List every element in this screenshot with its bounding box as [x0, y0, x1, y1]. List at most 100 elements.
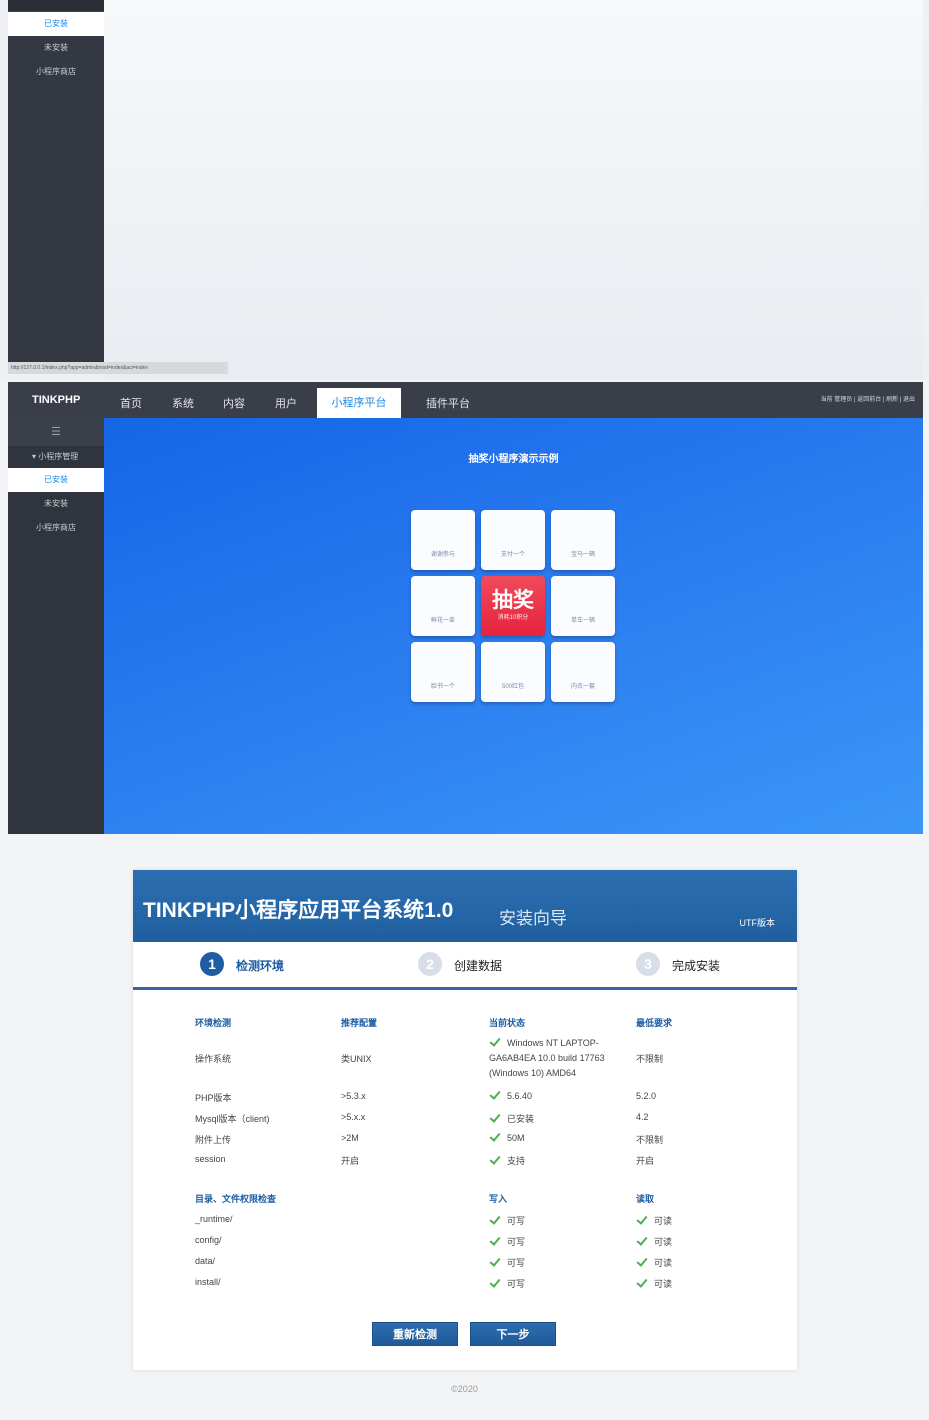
env-current-text: Windows NT LAPTOP-GA6AB4EA 10.0 build 17… — [489, 1038, 605, 1078]
prize-cell: 宝马一辆 — [551, 510, 615, 570]
prize-label: 支付一个 — [500, 552, 525, 558]
env-current: 50M — [489, 1133, 525, 1143]
prize-cell: 支付一个 — [481, 510, 545, 570]
check-icon — [489, 1133, 501, 1142]
screenshot-installed-page: 已安装 未安装 小程序商店 http://127.0.0.1/index.php… — [0, 0, 929, 380]
perm-path: _runtime/ — [195, 1214, 233, 1224]
col-env: 环境检测 — [195, 1018, 232, 1028]
env-recommended: >5.3.x — [341, 1091, 366, 1101]
sidebar-group-header[interactable] — [8, 0, 104, 12]
env-name: 操作系统 — [195, 1054, 232, 1064]
prize-label: 鲜花一束 — [430, 618, 455, 624]
check-icon — [489, 1091, 501, 1100]
draw-button[interactable]: 抽奖 消耗10积分 — [481, 576, 545, 636]
prize-label: 单车一辆 — [570, 618, 595, 624]
env-minimum: 开启 — [636, 1156, 655, 1166]
prize-label: 500红包 — [501, 684, 524, 690]
step-number: 1 — [200, 952, 224, 976]
perm-write: 可写 — [489, 1277, 525, 1290]
nav-content[interactable]: 内容 — [211, 390, 257, 418]
copyright: ©2020 — [451, 1384, 478, 1394]
env-recommended: >5.x.x — [341, 1112, 366, 1122]
next-step-button[interactable]: 下一步 — [470, 1322, 556, 1346]
lottery-title: 抽奖小程序演示示例 — [468, 454, 559, 465]
col-recommended: 推荐配置 — [341, 1018, 378, 1028]
col-write: 写入 — [489, 1194, 508, 1204]
table-row: 操作系统 类UNIX Windows NT LAPTOP-GA6AB4EA 10… — [133, 1036, 797, 1084]
env-current: 支持 — [489, 1154, 525, 1167]
draw-cost-label: 消耗10积分 — [497, 615, 529, 621]
col-current: 当前状态 — [489, 1018, 526, 1028]
perm-read-text: 可读 — [654, 1237, 673, 1247]
sidebar-item-not-installed[interactable]: 未安装 — [8, 492, 104, 516]
check-icon — [489, 1216, 501, 1225]
env-name: PHP版本 — [195, 1093, 232, 1103]
env-current: Windows NT LAPTOP-GA6AB4EA 10.0 build 17… — [489, 1036, 631, 1081]
sidebar-item-not-installed[interactable]: 未安装 — [8, 36, 104, 60]
perm-write: 可写 — [489, 1235, 525, 1248]
sidebar-item-store[interactable]: 小程序商店 — [8, 516, 104, 540]
wizard-header: TINKPHP小程序应用平台系统1.0 安装向导 UTF版本 — [133, 870, 797, 942]
perm-read-text: 可读 — [654, 1216, 673, 1226]
prize-cell: 鲜花一束 — [411, 576, 475, 636]
env-current-text: 50M — [507, 1133, 525, 1143]
sidebar: 已安装 未安装 小程序商店 — [8, 0, 104, 362]
check-icon — [489, 1038, 501, 1047]
status-bar-url: http://127.0.0.1/index.php?app=admin&mod… — [8, 362, 228, 374]
perm-write-text: 可写 — [507, 1279, 526, 1289]
nav-system[interactable]: 系统 — [160, 390, 206, 418]
wizard-subtitle: 安装向导 — [499, 909, 567, 928]
env-minimum: 4.2 — [636, 1112, 649, 1122]
prize-label: 脸书一个 — [430, 684, 455, 690]
env-recommended: 类UNIX — [341, 1054, 372, 1064]
brand-logo[interactable]: TINKPHP — [32, 382, 80, 418]
perm-write: 可写 — [489, 1214, 525, 1227]
env-recommended: >2M — [341, 1133, 359, 1143]
prize-cell: 单车一辆 — [551, 576, 615, 636]
perm-write-text: 可写 — [507, 1258, 526, 1268]
step-label: 创建数据 — [454, 959, 503, 973]
check-icon — [489, 1258, 501, 1267]
prize-cell: 谢谢参与 — [411, 510, 475, 570]
perm-path: install/ — [195, 1277, 221, 1287]
prize-label: 宝马一辆 — [570, 552, 595, 558]
sidebar-group-miniprogram[interactable]: ▾ 小程序管理 — [8, 446, 104, 468]
perm-read: 可读 — [636, 1235, 672, 1248]
col-read: 读取 — [636, 1194, 655, 1204]
env-current-text: 支持 — [507, 1156, 526, 1166]
env-minimum: 不限制 — [636, 1054, 664, 1064]
perm-read-text: 可读 — [654, 1279, 673, 1289]
sidebar-item-installed[interactable]: 已安装 — [8, 468, 104, 492]
wizard-steps: 1 检测环境 2 创建数据 3 完成安装 — [133, 942, 797, 990]
nav-home[interactable]: 首页 — [108, 390, 154, 418]
env-minimum: 不限制 — [636, 1135, 664, 1145]
perm-write-text: 可写 — [507, 1216, 526, 1226]
step-label: 完成安装 — [672, 959, 721, 973]
main-content-empty — [104, 0, 923, 380]
perm-write-text: 可写 — [507, 1237, 526, 1247]
recheck-button[interactable]: 重新检测 — [372, 1322, 458, 1346]
nav-miniprogram-platform[interactable]: 小程序平台 — [317, 388, 401, 418]
perm-read: 可读 — [636, 1256, 672, 1269]
env-name: session — [195, 1154, 226, 1164]
env-minimum: 5.2.0 — [636, 1091, 657, 1101]
user-links[interactable]: 当前 管理员 | 返回前台 | 刷新 | 退出 — [821, 382, 915, 418]
install-wizard: TINKPHP小程序应用平台系统1.0 安装向导 UTF版本 1 检测环境 2 … — [133, 870, 797, 1370]
perm-read: 可读 — [636, 1214, 672, 1227]
prize-cell: 500红包 — [481, 642, 545, 702]
sidebar-item-installed[interactable]: 已安装 — [8, 12, 104, 36]
env-current-text: 已安装 — [507, 1114, 535, 1124]
wizard-title: TINKPHP小程序应用平台系统1.0 — [143, 899, 454, 922]
check-icon — [489, 1156, 501, 1165]
perm-write: 可写 — [489, 1256, 525, 1269]
sidebar-item-store[interactable]: 小程序商店 — [8, 60, 104, 84]
env-current-text: 5.6.40 — [507, 1091, 533, 1101]
top-navigation: TINKPHP 首页 系统 内容 用户 小程序平台 插件平台 当前 管理员 | … — [8, 382, 923, 418]
nav-users[interactable]: 用户 — [263, 390, 309, 418]
menu-toggle-icon[interactable]: ☰ — [8, 418, 104, 446]
col-minimum: 最低要求 — [636, 1018, 673, 1028]
perm-path: config/ — [195, 1235, 222, 1245]
lottery-grid: 谢谢参与 支付一个 宝马一辆 鲜花一束 抽奖 消耗10积分 单车一辆 脸书一个 … — [411, 510, 617, 702]
env-name: 附件上传 — [195, 1135, 232, 1145]
nav-plugin-platform[interactable]: 插件平台 — [414, 390, 482, 418]
